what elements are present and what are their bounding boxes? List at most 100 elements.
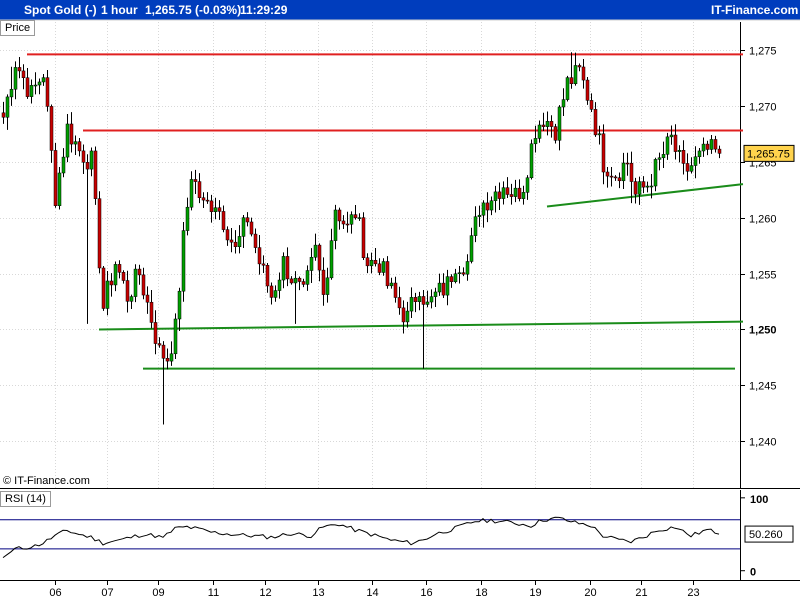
candle-body [605, 171, 610, 177]
candle-body [589, 100, 594, 110]
candle-body [437, 282, 442, 293]
x-tick-label: 20 [584, 587, 596, 599]
candle-body [537, 124, 542, 139]
candle-body [513, 187, 518, 197]
rsi-panel-tab[interactable]: RSI (14) [0, 491, 51, 507]
candle-body [181, 230, 186, 292]
candle-body [673, 134, 678, 152]
candle-body [685, 163, 690, 172]
candle-body [521, 192, 526, 199]
candle-body [221, 211, 226, 230]
candle-body [257, 247, 262, 265]
candle-body [101, 267, 106, 309]
candle-body [125, 280, 130, 302]
candle-body [161, 344, 166, 359]
candle-body [705, 143, 710, 150]
candle-body [533, 138, 538, 145]
candle-body [617, 177, 622, 182]
candle-body [41, 77, 46, 83]
candle-body [25, 77, 30, 97]
candle-body [57, 172, 62, 206]
candle-body [581, 66, 586, 81]
candle-body [525, 177, 530, 193]
candle-body [449, 276, 454, 282]
candle-body [381, 261, 386, 273]
candle-body [641, 181, 646, 188]
candle-body [593, 109, 598, 136]
candle-body [601, 133, 606, 173]
candle-body [377, 263, 382, 273]
candle-body [469, 235, 474, 262]
candle-body [649, 185, 654, 188]
candle-body [633, 181, 638, 195]
candle-body [405, 310, 410, 323]
candle-body [225, 229, 230, 241]
x-tick-label: 13 [312, 587, 324, 599]
candle-body [117, 264, 122, 273]
candle-body [77, 141, 82, 152]
candle-body [297, 277, 302, 282]
candle-body [621, 162, 626, 182]
candle-body [321, 269, 326, 295]
candle-body [185, 206, 190, 231]
candle-body [389, 282, 394, 287]
candle-body [557, 106, 562, 141]
candle-body [121, 272, 126, 281]
candle-body [145, 294, 150, 303]
candle-body [113, 264, 118, 286]
x-tick-label: 21 [635, 587, 647, 599]
candle-body [81, 150, 86, 163]
candle-body [273, 290, 278, 298]
candle-body [205, 199, 210, 202]
trendlines [27, 53, 744, 370]
x-tick-label: 09 [152, 587, 164, 599]
candle-body [265, 264, 270, 287]
x-tick-label: 12 [259, 587, 271, 599]
candle-body [301, 281, 306, 285]
candle-body [505, 187, 510, 195]
candle-body [201, 197, 206, 201]
candle-body [309, 256, 314, 271]
candle-body [545, 121, 550, 127]
candle-body [165, 358, 170, 362]
candle-body [233, 241, 238, 248]
candle-body [313, 244, 318, 258]
candle-body [565, 77, 570, 100]
price-panel-frame [0, 22, 800, 489]
candle-body [345, 223, 350, 226]
candle-body [569, 77, 574, 85]
candle-body [681, 150, 686, 164]
candle-body [549, 121, 554, 127]
candle-body [33, 84, 38, 87]
candle-body [693, 156, 698, 166]
x-tick-label: 14 [366, 587, 378, 599]
price-tick-label: 1,270 [749, 102, 777, 114]
candle-body [677, 150, 682, 152]
candle-body [609, 175, 614, 178]
candle-body [341, 220, 346, 225]
candle-body [365, 257, 370, 267]
candle-body [425, 301, 430, 305]
candle-body [369, 260, 374, 267]
candle-body [289, 278, 294, 284]
candle-body [97, 198, 102, 269]
candle-body [249, 221, 254, 235]
price-tick-label: 1,250 [749, 325, 777, 337]
candle-body [385, 261, 390, 287]
candle-body [625, 162, 630, 165]
candle-body [285, 256, 290, 280]
candle-body [473, 216, 478, 236]
price-panel-tab[interactable]: Price [0, 20, 36, 36]
candle-body [409, 297, 414, 312]
candle-body [229, 239, 234, 243]
candle-body [461, 272, 466, 275]
candle-body [701, 143, 706, 152]
candle-body [261, 263, 266, 266]
candle-body [149, 301, 154, 323]
candle-body [9, 88, 14, 98]
candle-body [213, 207, 218, 212]
candle-body [669, 134, 674, 138]
rsi-tick-label: 100 [750, 494, 768, 506]
support-line [98, 320, 744, 331]
candle-body [1, 112, 6, 118]
